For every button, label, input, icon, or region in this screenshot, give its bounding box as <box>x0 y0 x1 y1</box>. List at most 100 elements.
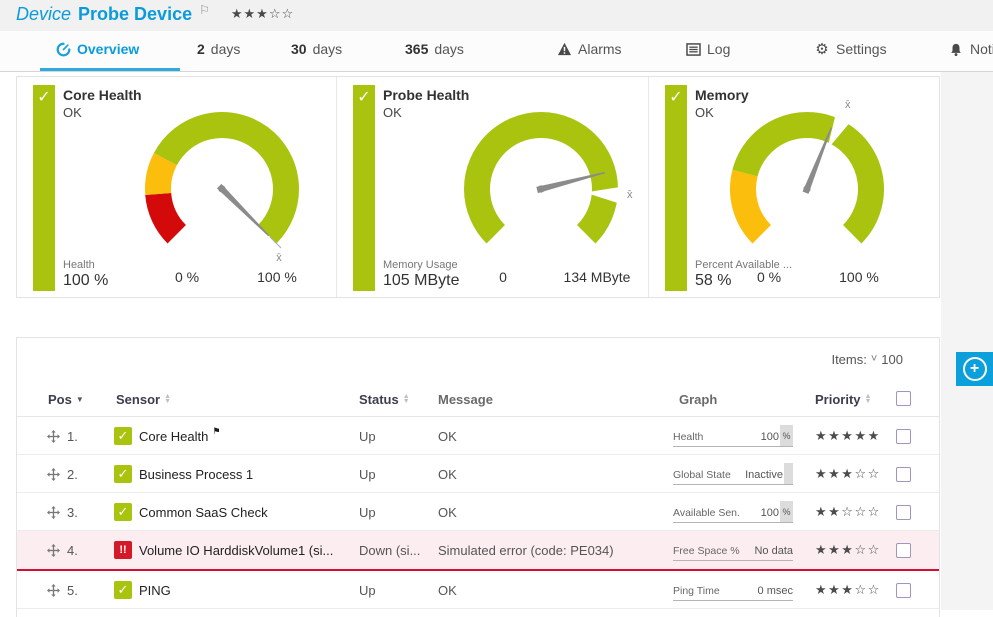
tab-365-days[interactable]: 365 days <box>405 41 464 57</box>
gear-icon: ⚙ <box>814 41 830 57</box>
gauge-max-label: 134 MByte <box>559 269 635 285</box>
sensor-name-link[interactable]: Common SaaS Check <box>139 505 268 520</box>
gauge-core-health[interactable]: ✓ Core Health OK x̄ 0 % 100 % Health 100… <box>17 77 337 297</box>
checkbox[interactable] <box>896 391 911 406</box>
status-banner: ✓ <box>665 85 687 291</box>
gauge-max-label: 100 % <box>829 269 889 285</box>
tab-label: days <box>313 41 343 57</box>
sort-desc-icon: ▼ <box>76 395 84 404</box>
move-handle-icon[interactable] <box>47 506 60 519</box>
row-checkbox[interactable] <box>896 505 911 520</box>
check-icon: ✓ <box>33 87 55 107</box>
sort-icon: ▲▼ <box>164 395 171 404</box>
column-header-priority[interactable]: Priority ▲▼ <box>815 392 871 407</box>
mini-graph[interactable]: Available Sen. 100 % <box>673 501 793 523</box>
table-row[interactable]: 2. ✓ Business Process 1 Up OK Global Sta… <box>17 455 939 493</box>
priority-stars[interactable]: ★★★☆☆ <box>815 466 881 482</box>
status-banner: ✓ <box>353 85 375 291</box>
column-header-message[interactable]: Message <box>438 392 493 407</box>
tab-settings[interactable]: ⚙ Settings <box>814 41 887 57</box>
gauge-channel-label: Percent Available ... <box>695 259 792 271</box>
tab-label: days <box>211 41 241 57</box>
tab-2-days[interactable]: 2 days <box>197 41 240 57</box>
gauges-panel: ✓ Core Health OK x̄ 0 % 100 % Health 100… <box>16 76 940 298</box>
move-handle-icon[interactable] <box>47 430 60 443</box>
gauge-needle <box>217 184 272 239</box>
mini-graph-value: 100 <box>761 507 779 522</box>
column-header-pos[interactable]: Pos ▼ <box>48 392 84 407</box>
sensor-name-link[interactable]: PING <box>139 583 171 598</box>
tab-log[interactable]: Log <box>685 41 730 57</box>
table-row[interactable]: 1. ✓ Core Health ⚑ Up OK Health 100 % ★★… <box>17 417 939 455</box>
row-checkbox[interactable] <box>896 583 911 598</box>
sensor-status: Down (si... <box>359 531 435 569</box>
mini-graph[interactable]: Health 100 % <box>673 425 793 447</box>
gauge-channel-label: Memory Usage <box>383 259 458 271</box>
check-icon: ✓ <box>665 87 687 107</box>
tab-notifications[interactable]: Notifica <box>948 41 993 57</box>
row-position: 1. <box>67 429 78 444</box>
gauge-icon <box>55 41 71 57</box>
table-row[interactable]: 5. ✓ PING Up OK Ping Time 0 msec ★★★☆☆ <box>17 571 939 609</box>
sensor-error-icon: !! <box>114 541 132 559</box>
sensor-message: OK <box>438 571 670 609</box>
tab-label: Settings <box>836 41 887 57</box>
column-header-sensor[interactable]: Sensor ▲▼ <box>116 392 171 407</box>
tab-number: 365 <box>405 41 428 57</box>
sensor-status: Up <box>359 571 435 609</box>
priority-stars[interactable]: ★★★☆☆ <box>815 582 881 598</box>
mini-graph[interactable]: Free Space % No data <box>673 539 793 561</box>
row-position: 4. <box>67 543 78 558</box>
column-header-graph[interactable]: Graph <box>679 392 717 407</box>
move-handle-icon[interactable] <box>47 584 60 597</box>
tab-30-days[interactable]: 30 days <box>291 41 342 57</box>
status-banner: ✓ <box>33 85 55 291</box>
gauge-min-label: 0 <box>473 269 533 285</box>
add-sensor-button[interactable]: + <box>956 352 993 386</box>
mini-graph[interactable]: Global State Inactive <box>673 463 793 485</box>
row-position: 2. <box>67 467 78 482</box>
table-row-error[interactable]: 4. !! Volume IO HarddiskVolume1 (si... D… <box>17 531 939 571</box>
tab-overview[interactable]: Overview <box>55 41 139 57</box>
sort-icon: ▲▼ <box>403 395 410 404</box>
tab-label: Notifica <box>970 41 993 57</box>
row-checkbox[interactable] <box>896 429 911 444</box>
table-header: Pos ▼ Sensor ▲▼ Status ▲▼ Message Graph … <box>17 388 939 417</box>
sensor-status: Up <box>359 455 435 493</box>
row-position: 3. <box>67 505 78 520</box>
sensor-ok-icon: ✓ <box>114 581 132 599</box>
row-checkbox[interactable] <box>896 467 911 482</box>
items-selector[interactable]: Items: ˅ 100 <box>831 352 903 367</box>
tab-number: 2 <box>197 41 205 57</box>
sort-icon: ▲▼ <box>865 395 872 404</box>
mini-graph-value: 100 <box>761 431 779 446</box>
priority-stars[interactable]: ★★☆☆☆ <box>815 504 881 520</box>
flag-icon[interactable]: ⚐ <box>199 3 210 17</box>
gauge-min-label: 0 % <box>739 269 799 285</box>
move-handle-icon[interactable] <box>47 468 60 481</box>
priority-stars[interactable]: ★★★☆☆ <box>231 6 294 22</box>
right-gutter <box>941 72 993 610</box>
gauge-status: OK <box>63 105 82 120</box>
avg-marker-label: x̄ <box>276 252 282 264</box>
gauge-probe-health[interactable]: ✓ Probe Health OK x̄ 0 134 MByte Memory … <box>337 77 649 297</box>
tab-number: 30 <box>291 41 307 57</box>
sensor-name-link[interactable]: Core Health <box>139 429 208 444</box>
tab-alarms[interactable]: Alarms <box>556 41 622 57</box>
priority-stars[interactable]: ★★★☆☆ <box>815 542 881 558</box>
mini-graph[interactable]: Ping Time 0 msec <box>673 579 793 601</box>
device-name[interactable]: Probe Device <box>78 4 192 25</box>
row-checkbox[interactable] <box>896 543 911 558</box>
move-handle-icon[interactable] <box>47 544 60 557</box>
sensor-name-link[interactable]: Volume IO HarddiskVolume1 (si... <box>139 543 333 558</box>
favorite-flag-icon[interactable]: ⚑ <box>212 426 220 437</box>
column-header-status[interactable]: Status ▲▼ <box>359 392 410 407</box>
sensor-name-link[interactable]: Business Process 1 <box>139 467 253 482</box>
mini-graph-value: No data <box>754 545 793 560</box>
priority-stars[interactable]: ★★★★★ <box>815 428 881 444</box>
mini-graph-channel: Available Sen. <box>673 507 761 522</box>
gauge-value: 105 MByte <box>383 272 459 290</box>
table-row[interactable]: 3. ✓ Common SaaS Check Up OK Available S… <box>17 493 939 531</box>
gauge-memory[interactable]: ✓ Memory OK x̄ 0 % 100 % Percent Availab… <box>649 77 939 297</box>
select-all-checkbox[interactable] <box>896 391 911 406</box>
